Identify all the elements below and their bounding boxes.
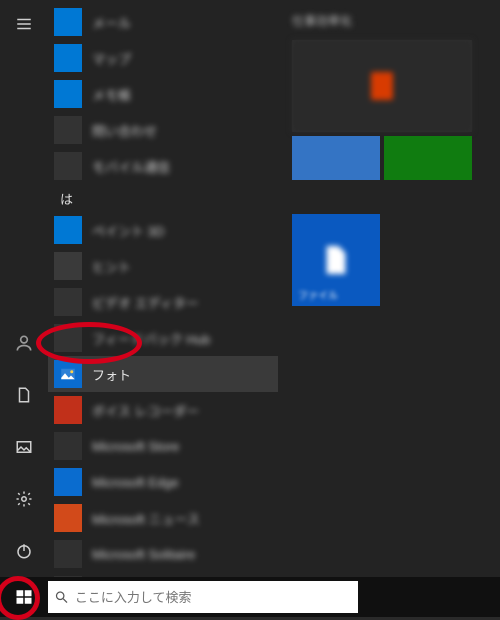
app-item[interactable]: メール: [48, 4, 278, 40]
edge-icon: [292, 136, 380, 180]
photos-icon: [59, 365, 77, 383]
app-icon: [54, 504, 82, 532]
app-item-label: モバイル通信: [92, 157, 170, 176]
app-icon: [54, 216, 82, 244]
app-icon: [54, 468, 82, 496]
power-icon: [15, 542, 33, 560]
account-button[interactable]: [4, 323, 44, 363]
excel-icon: [384, 136, 472, 180]
app-item-label: ボイス レコーダー: [92, 401, 199, 420]
tile-file[interactable]: ファイル: [292, 214, 380, 306]
app-item-label: ヒント: [92, 257, 131, 276]
user-icon: [14, 333, 34, 353]
start-menu-app-list: メールマップメモ帳問い合わせモバイル通信はペイント 3D ヒントビデオ エディター…: [48, 0, 278, 577]
hamburger-icon: [15, 15, 33, 33]
app-item-label: メモ帳: [92, 85, 131, 104]
app-item[interactable]: モバイル通信: [48, 148, 278, 184]
app-item-label: メール: [92, 13, 131, 32]
tile-label: ファイル: [298, 287, 338, 302]
app-item-label: Microsoft ニュース: [92, 509, 200, 528]
app-item[interactable]: マップ: [48, 40, 278, 76]
app-item-label: Microsoft Edge: [92, 475, 179, 490]
app-item[interactable]: メモ帳: [48, 76, 278, 112]
app-item-photos[interactable]: フォト: [48, 356, 278, 392]
app-item[interactable]: Microsoft Store: [48, 428, 278, 464]
app-group-header[interactable]: は: [48, 184, 278, 212]
app-item[interactable]: 問い合わせ: [48, 112, 278, 148]
windows-logo-icon: [15, 588, 33, 606]
app-item-label: ビデオ エディター: [92, 293, 199, 312]
app-item-label: マップ: [92, 49, 131, 68]
taskbar-rest: [358, 577, 500, 617]
app-item[interactable]: ペイント 3D: [48, 212, 278, 248]
office-icon: [292, 40, 472, 132]
app-icon: [54, 396, 82, 424]
start-button[interactable]: [0, 577, 48, 617]
app-item-label: Microsoft Solitaire: [92, 547, 195, 562]
tile-edge[interactable]: [292, 136, 380, 180]
app-icon: [54, 288, 82, 316]
app-item[interactable]: ヒント: [48, 248, 278, 284]
start-menu-rail: [0, 0, 48, 577]
start-menu-tiles: 仕事効率化 ファイル: [278, 0, 500, 577]
app-icon: [54, 252, 82, 280]
search-icon: [54, 589, 69, 605]
app-icon: [54, 540, 82, 568]
app-icon: [54, 152, 82, 180]
app-item[interactable]: Microsoft ニュース: [48, 500, 278, 536]
taskbar-search[interactable]: [48, 581, 358, 613]
app-item-label: フィードバック Hub: [92, 329, 210, 348]
app-icon: [54, 44, 82, 72]
power-button[interactable]: [4, 531, 44, 571]
pictures-button[interactable]: [4, 427, 44, 467]
app-item[interactable]: Microsoft Edge: [48, 464, 278, 500]
app-item[interactable]: フィードバック Hub: [48, 320, 278, 356]
tile-group-label: 仕事効率化: [292, 12, 490, 32]
app-icon: [54, 324, 82, 352]
tile-excel[interactable]: [384, 136, 472, 180]
expand-menu-button[interactable]: [4, 4, 44, 44]
app-item[interactable]: ボイス レコーダー: [48, 392, 278, 428]
app-icon: [54, 432, 82, 460]
app-item-label: フォト: [92, 365, 131, 384]
app-icon: [54, 80, 82, 108]
start-menu: メールマップメモ帳問い合わせモバイル通信はペイント 3D ヒントビデオ エディター…: [0, 0, 500, 577]
taskbar: [0, 577, 500, 617]
app-icon: [54, 8, 82, 36]
app-icon: [54, 360, 82, 388]
settings-button[interactable]: [4, 479, 44, 519]
app-icon: [54, 116, 82, 144]
tile-office[interactable]: [292, 40, 472, 132]
app-item-label: 問い合わせ: [92, 121, 157, 140]
gear-icon: [15, 490, 33, 508]
search-input[interactable]: [75, 581, 352, 613]
image-icon: [15, 438, 33, 456]
app-item[interactable]: ビデオ エディター: [48, 284, 278, 320]
app-item-label: ペイント 3D: [92, 221, 164, 240]
app-item[interactable]: Microsoft Solitaire: [48, 536, 278, 572]
app-item-label: Microsoft Store: [92, 439, 179, 454]
document-icon: [15, 386, 33, 404]
documents-button[interactable]: [4, 375, 44, 415]
